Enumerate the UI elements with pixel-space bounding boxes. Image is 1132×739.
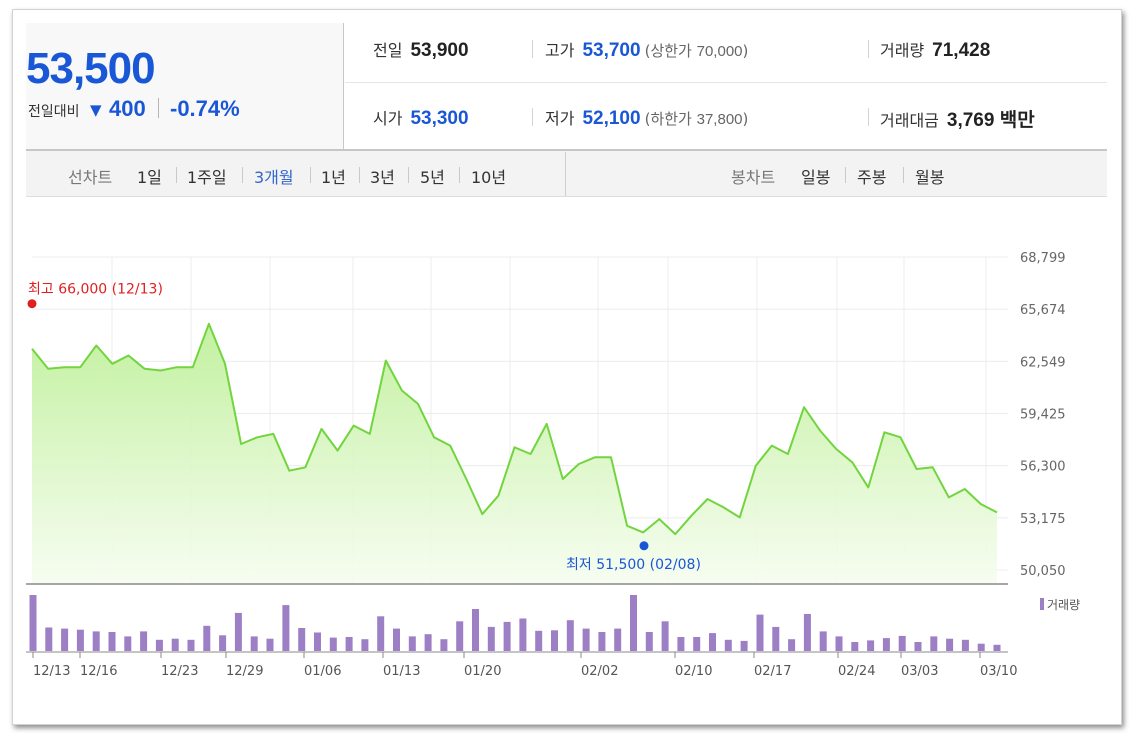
x-tick-label: 01/20: [464, 664, 501, 679]
volume-bar: [155, 639, 163, 651]
y-tick-label: 56,300: [1020, 460, 1066, 475]
price-chart: 68,799 65,674 62,549 59,425 56,300 53,175 50,0…: [26, 251, 1080, 679]
volume-bar: [819, 631, 827, 651]
volume-bar: [788, 639, 796, 651]
volume-bar: [661, 621, 669, 651]
volume-bar: [693, 637, 701, 651]
x-tick-label: 01/13: [383, 664, 420, 679]
x-tick-label: 02/02: [581, 664, 618, 679]
x-tick-label: 12/23: [161, 664, 198, 679]
volume-bar: [203, 625, 211, 651]
volume-legend-swatch: [1040, 598, 1044, 610]
x-tick-label: 02/17: [754, 664, 791, 679]
volume-bar: [914, 642, 922, 651]
volume-bar: [456, 621, 464, 651]
volume-bar: [234, 612, 242, 651]
volume-bar: [867, 640, 875, 651]
volume-bar: [377, 616, 385, 651]
volume-bar: [566, 620, 574, 651]
y-tick-label: 59,425: [1020, 408, 1066, 423]
volume-bar: [282, 605, 290, 651]
y-tick-label: 65,674: [1020, 303, 1066, 318]
x-tick-label: 12/29: [226, 664, 263, 679]
volume-bar: [977, 643, 985, 651]
volume-bar: [92, 631, 100, 651]
volume-bar: [266, 638, 274, 651]
volume-bar: [314, 632, 321, 651]
volume-bar: [503, 621, 511, 651]
volume-bar: [124, 636, 132, 651]
high-marker: [27, 299, 37, 309]
x-tick-label: 02/24: [838, 664, 875, 679]
volume-bar: [250, 636, 258, 651]
volume-bar: [598, 632, 606, 651]
volume-bar: [329, 637, 337, 651]
volume-bar: [171, 638, 179, 651]
price-area-fill: [32, 323, 997, 584]
volume-bar: [677, 637, 685, 651]
volume-bar: [361, 639, 369, 651]
volume-bar: [76, 629, 84, 651]
volume-bar: [45, 627, 53, 651]
volume-bar: [582, 628, 590, 651]
volume-bar: [472, 609, 479, 651]
volume-bar: [835, 636, 843, 651]
volume-legend-label: 거래량: [1047, 598, 1080, 612]
low-marker: [639, 541, 649, 551]
volume-bar: [898, 635, 906, 651]
volume-bar: [440, 639, 448, 651]
x-tick-label: 12/13: [33, 664, 70, 679]
y-tick-label: 50,050: [1020, 564, 1066, 579]
x-tick-label: 02/10: [675, 664, 712, 679]
volume-bar: [740, 640, 748, 651]
volume-bar: [487, 626, 495, 651]
volume-bar: [930, 636, 938, 651]
volume-bar: [882, 638, 890, 651]
volume-bar: [614, 628, 622, 651]
volume-bar: [535, 630, 543, 651]
x-tick-label: 03/10: [980, 664, 1017, 679]
low-annotation: 최저 51,500 (02/08): [566, 557, 701, 573]
volume-bar: [345, 637, 353, 651]
volume-bar: [298, 628, 306, 651]
volume-bar: [724, 639, 732, 651]
volume-bar: [993, 644, 1001, 651]
volume-bar: [219, 635, 227, 651]
y-tick-label: 53,175: [1020, 512, 1066, 527]
volume-bar: [709, 633, 716, 651]
volume-bar: [187, 639, 195, 651]
x-tick-label: 03/03: [901, 664, 938, 679]
volume-bar: [946, 638, 954, 651]
volume-bar: [645, 632, 653, 651]
volume-bar: [424, 634, 432, 651]
volume-bar: [393, 628, 400, 651]
x-tick-label: 01/06: [304, 664, 341, 679]
volume-bar: [61, 628, 69, 651]
volume-bar: [961, 639, 969, 651]
volume-bar: [803, 614, 811, 651]
y-tick-label: 68,799: [1020, 251, 1066, 266]
volume-bar: [551, 630, 558, 651]
volume-bar: [630, 595, 637, 651]
volume-bar: [519, 618, 527, 651]
volume-bar: [29, 595, 37, 651]
volume-bar: [408, 636, 416, 651]
volume-bar: [756, 614, 764, 651]
volume-bar: [772, 626, 780, 651]
high-annotation: 최고 66,000 (12/13): [28, 282, 163, 298]
y-tick-label: 62,549: [1020, 355, 1066, 370]
volume-bar: [108, 632, 116, 651]
x-tick-label: 12/16: [80, 664, 117, 679]
volume-bar: [140, 631, 148, 651]
volume-bar: [851, 642, 859, 651]
